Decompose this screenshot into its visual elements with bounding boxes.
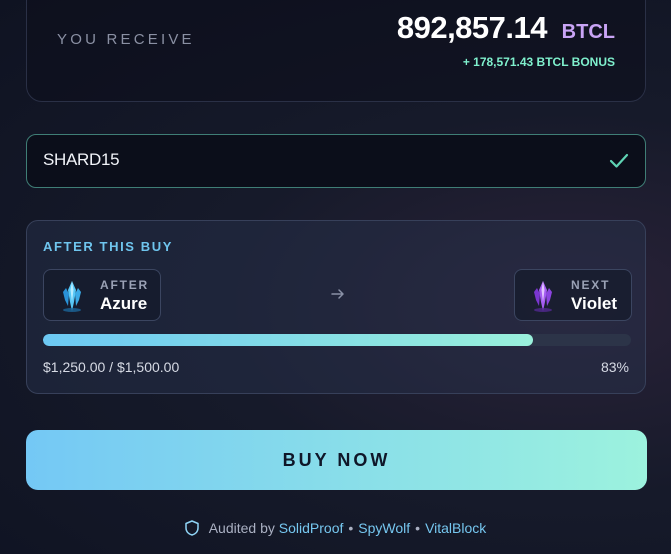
current-tier-name: Azure [100,294,148,313]
next-tier-label: NEXT [571,278,611,292]
violet-crystal-icon [534,281,552,312]
current-tier-badge: AFTER Azure [43,269,161,321]
audit-prefix: Audited by [208,520,275,536]
arrow-right-icon [331,289,344,299]
shield-icon [184,520,199,536]
promo-code-field[interactable]: SHARD15 [26,134,646,188]
current-tier-label: AFTER [100,278,149,292]
auditor-link-solidproof[interactable]: SolidProof [279,520,344,536]
receive-card [26,0,646,102]
next-tier-badge: NEXT Violet [514,269,632,321]
progress-percent: 83% [600,359,629,375]
check-icon [609,153,629,168]
separator-dot: • [348,520,354,536]
buy-now-button[interactable]: BUY NOW [26,430,647,490]
auditor-link-vitalblock[interactable]: VitalBlock [425,520,486,536]
tier-progress-bar [43,334,631,346]
receive-amount: 892,857.14 [396,10,548,45]
separator-dot: • [415,520,421,536]
auditor-link-spywolf[interactable]: SpyWolf [358,520,410,536]
receive-label: YOU RECEIVE [57,31,195,48]
tier-progress-fill [43,334,533,346]
audit-footer: Audited by SolidProof • SpyWolf • VitalBlock [0,520,671,536]
bonus-amount: + 178,571.43 BTCL BONUS [462,55,615,69]
next-tier-name: Violet [571,294,617,313]
progress-amounts: $1,250.00 / $1,500.00 [43,359,180,375]
tier-card-title: AFTER THIS BUY [43,239,174,254]
receive-token-symbol: BTCL [561,21,615,43]
tier-progress-card: AFTER THIS BUY AFTER Azure NEXT Violet $… [26,220,646,394]
azure-crystal-icon [63,281,81,312]
promo-code-value[interactable]: SHARD15 [43,150,120,170]
